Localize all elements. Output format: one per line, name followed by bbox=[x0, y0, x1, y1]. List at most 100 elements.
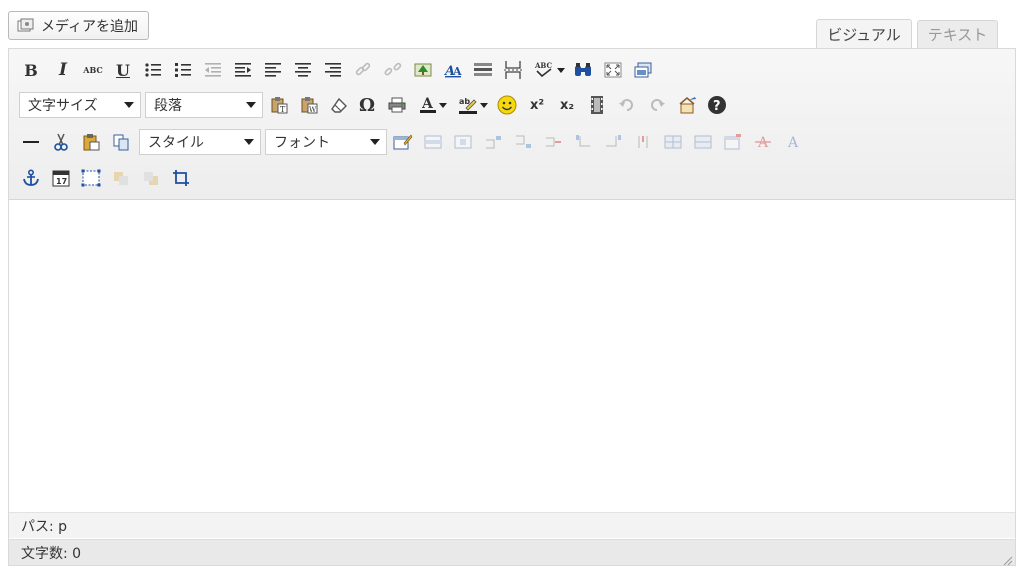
align-right-icon bbox=[325, 63, 341, 77]
strikethrough-button[interactable]: ABC bbox=[81, 57, 105, 83]
anchor-text-button[interactable]: AA bbox=[441, 57, 465, 83]
layer-forward-icon bbox=[114, 172, 128, 185]
table-edit-icon bbox=[393, 134, 413, 150]
subscript-button[interactable]: x₂ bbox=[555, 92, 579, 118]
split-cells-button[interactable] bbox=[661, 129, 685, 155]
insert-col-after-button[interactable] bbox=[601, 129, 625, 155]
horizontal-rule-button[interactable] bbox=[471, 57, 495, 83]
bold-button[interactable]: B bbox=[19, 57, 43, 83]
highlight-color-button[interactable]: ab bbox=[455, 92, 491, 118]
superscript-button[interactable]: x² bbox=[525, 92, 549, 118]
insert-media-button[interactable] bbox=[631, 57, 655, 83]
indent-icon bbox=[235, 63, 251, 77]
emoticon-button[interactable] bbox=[495, 92, 519, 118]
delete-row-button[interactable] bbox=[541, 129, 565, 155]
clear-formatting-button[interactable] bbox=[327, 92, 351, 118]
cut-button[interactable] bbox=[49, 129, 73, 155]
film-strip-icon bbox=[591, 96, 603, 114]
add-media-button[interactable]: メディアを追加 bbox=[8, 11, 150, 40]
merge-cells-button[interactable] bbox=[691, 129, 715, 155]
anchor-button[interactable] bbox=[19, 165, 43, 191]
style-select[interactable]: スタイル bbox=[139, 129, 261, 155]
copy-button[interactable] bbox=[109, 129, 133, 155]
paste-button[interactable] bbox=[79, 129, 103, 155]
split-cells-icon bbox=[664, 135, 682, 149]
col-after-icon bbox=[606, 135, 621, 147]
align-right-button[interactable] bbox=[321, 57, 345, 83]
insert-row-before-button[interactable] bbox=[481, 129, 505, 155]
move-forward-button[interactable] bbox=[109, 165, 133, 191]
crop-icon bbox=[173, 170, 189, 186]
font-size-select[interactable]: 文字サイズ bbox=[19, 92, 141, 118]
clipboard-icon bbox=[83, 134, 100, 151]
superscript-icon: x² bbox=[529, 97, 545, 113]
horizontal-line-icon bbox=[23, 141, 39, 143]
table-cell-props-button[interactable] bbox=[451, 129, 475, 155]
italic-button[interactable]: I bbox=[51, 57, 75, 83]
strikethrough-a-button[interactable]: A bbox=[751, 129, 775, 155]
printer-icon bbox=[388, 97, 406, 113]
paste-word-button[interactable]: W bbox=[297, 92, 321, 118]
text-style-a-button[interactable]: A bbox=[781, 129, 805, 155]
strikethrough-icon: ABC bbox=[83, 65, 103, 75]
editor: B I ABC U AA ABC 文字サイズ 段落 T W Ω A ab x² … bbox=[8, 48, 1016, 566]
omega-icon: Ω bbox=[358, 94, 376, 116]
indent-button[interactable] bbox=[231, 57, 255, 83]
text-color-button[interactable]: A bbox=[415, 92, 451, 118]
delete-table-button[interactable] bbox=[721, 129, 745, 155]
anchor-icon bbox=[23, 169, 39, 186]
svg-text:A: A bbox=[787, 135, 799, 150]
unlink-button[interactable] bbox=[381, 57, 405, 83]
format-select[interactable]: 段落 bbox=[145, 92, 263, 118]
tab-text[interactable]: テキスト bbox=[917, 20, 998, 48]
underline-button[interactable]: U bbox=[111, 57, 135, 83]
redo-button[interactable] bbox=[645, 92, 669, 118]
visual-aid-button[interactable] bbox=[79, 165, 103, 191]
insert-row-after-button[interactable] bbox=[511, 129, 535, 155]
table-row-icon bbox=[424, 135, 442, 149]
insert-col-before-button[interactable] bbox=[571, 129, 595, 155]
insert-image-button[interactable] bbox=[411, 57, 435, 83]
unlink-icon bbox=[384, 62, 402, 76]
align-center-button[interactable] bbox=[291, 57, 315, 83]
editor-content-area[interactable] bbox=[9, 200, 1015, 511]
help-icon: ? bbox=[708, 96, 726, 114]
undo-button[interactable] bbox=[615, 92, 639, 118]
calendar-icon: 17 bbox=[52, 170, 70, 187]
print-button[interactable] bbox=[385, 92, 409, 118]
outdent-button[interactable] bbox=[201, 57, 225, 83]
insert-line-button[interactable] bbox=[19, 129, 43, 155]
link-button[interactable] bbox=[351, 57, 375, 83]
numbered-list-button[interactable] bbox=[171, 57, 195, 83]
align-left-button[interactable] bbox=[261, 57, 285, 83]
tab-visual[interactable]: ビジュアル bbox=[816, 19, 912, 49]
paste-word-icon: W bbox=[301, 97, 318, 114]
toolbar-row-3: スタイル フォント A A bbox=[19, 127, 805, 157]
font-select[interactable]: フォント bbox=[265, 129, 387, 155]
insert-video-button[interactable] bbox=[585, 92, 609, 118]
horizontal-rule-icon bbox=[474, 63, 492, 76]
smiley-icon bbox=[497, 95, 517, 115]
resize-handle-icon[interactable] bbox=[1001, 551, 1013, 566]
insert-table-button[interactable] bbox=[391, 129, 415, 155]
merge-cells-icon bbox=[694, 135, 712, 149]
help-button[interactable]: ? bbox=[705, 92, 729, 118]
bullet-list-button[interactable] bbox=[141, 57, 165, 83]
absolute-position-button[interactable] bbox=[169, 165, 193, 191]
find-button[interactable] bbox=[571, 57, 595, 83]
chevron-down-icon bbox=[244, 139, 254, 145]
table-cell-icon bbox=[454, 135, 472, 149]
svg-text:W: W bbox=[309, 106, 317, 114]
special-character-button[interactable]: Ω bbox=[355, 92, 379, 118]
insert-date-button[interactable]: 17 bbox=[49, 165, 73, 191]
edit-html-button[interactable] bbox=[675, 92, 699, 118]
copy-icon bbox=[113, 134, 129, 151]
table-row-props-button[interactable] bbox=[421, 129, 445, 155]
spellcheck-button[interactable]: ABC bbox=[531, 57, 567, 83]
move-backward-button[interactable] bbox=[139, 165, 163, 191]
paste-text-button[interactable]: T bbox=[267, 92, 291, 118]
page-break-button[interactable] bbox=[501, 57, 525, 83]
delete-col-icon bbox=[638, 136, 648, 148]
fullscreen-button[interactable] bbox=[601, 57, 625, 83]
delete-col-button[interactable] bbox=[631, 129, 655, 155]
